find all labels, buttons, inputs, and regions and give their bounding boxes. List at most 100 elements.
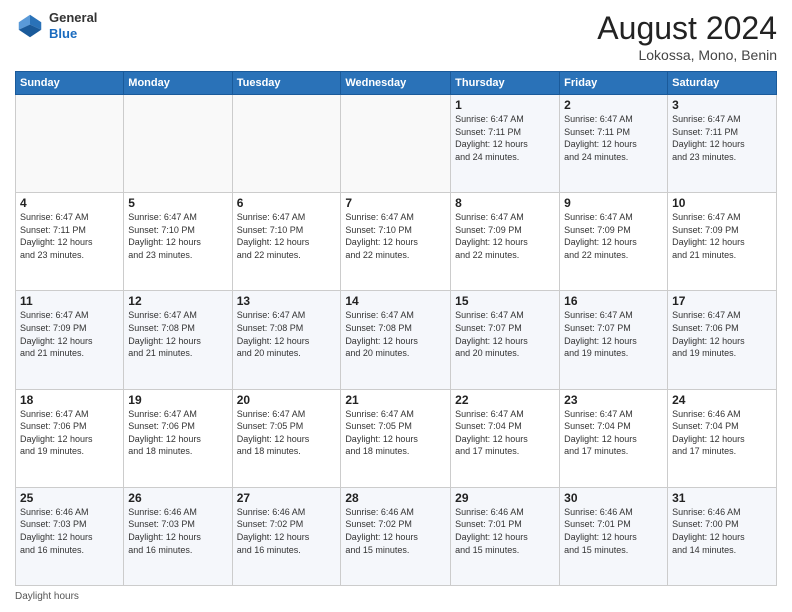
day-number-26: 26 (128, 491, 227, 505)
day-number-18: 18 (20, 393, 119, 407)
day-number-13: 13 (237, 294, 337, 308)
day-number-31: 31 (672, 491, 772, 505)
logo: General Blue (15, 10, 97, 41)
col-sunday: Sunday (16, 72, 124, 95)
day-number-28: 28 (345, 491, 446, 505)
day-info-7: Sunrise: 6:47 AMSunset: 7:10 PMDaylight:… (345, 211, 446, 261)
calendar-header-row: Sunday Monday Tuesday Wednesday Thursday… (16, 72, 777, 95)
day-info-1: Sunrise: 6:47 AMSunset: 7:11 PMDaylight:… (455, 113, 555, 163)
logo-general-text: General (49, 10, 97, 25)
day-number-22: 22 (455, 393, 555, 407)
day-number-2: 2 (564, 98, 663, 112)
day-info-10: Sunrise: 6:47 AMSunset: 7:09 PMDaylight:… (672, 211, 772, 261)
day-number-11: 11 (20, 294, 119, 308)
page: General Blue August 2024 Lokossa, Mono, … (0, 0, 792, 612)
header: General Blue August 2024 Lokossa, Mono, … (15, 10, 777, 63)
calendar-cell-w2-d3: 6Sunrise: 6:47 AMSunset: 7:10 PMDaylight… (232, 193, 341, 291)
day-number-10: 10 (672, 196, 772, 210)
day-info-22: Sunrise: 6:47 AMSunset: 7:04 PMDaylight:… (455, 408, 555, 458)
day-number-21: 21 (345, 393, 446, 407)
day-number-30: 30 (564, 491, 663, 505)
day-number-7: 7 (345, 196, 446, 210)
day-number-4: 4 (20, 196, 119, 210)
month-year-title: August 2024 (597, 10, 777, 47)
col-monday: Monday (124, 72, 232, 95)
col-thursday: Thursday (451, 72, 560, 95)
day-info-14: Sunrise: 6:47 AMSunset: 7:08 PMDaylight:… (345, 309, 446, 359)
day-number-17: 17 (672, 294, 772, 308)
day-number-15: 15 (455, 294, 555, 308)
col-tuesday: Tuesday (232, 72, 341, 95)
day-number-6: 6 (237, 196, 337, 210)
calendar-cell-w1-d5: 1Sunrise: 6:47 AMSunset: 7:11 PMDaylight… (451, 95, 560, 193)
day-info-16: Sunrise: 6:47 AMSunset: 7:07 PMDaylight:… (564, 309, 663, 359)
calendar-week-5: 25Sunrise: 6:46 AMSunset: 7:03 PMDayligh… (16, 487, 777, 585)
calendar-cell-w1-d7: 3Sunrise: 6:47 AMSunset: 7:11 PMDaylight… (668, 95, 777, 193)
day-number-27: 27 (237, 491, 337, 505)
day-info-24: Sunrise: 6:46 AMSunset: 7:04 PMDaylight:… (672, 408, 772, 458)
day-info-23: Sunrise: 6:47 AMSunset: 7:04 PMDaylight:… (564, 408, 663, 458)
calendar-cell-w4-d7: 24Sunrise: 6:46 AMSunset: 7:04 PMDayligh… (668, 389, 777, 487)
calendar-cell-w3-d2: 12Sunrise: 6:47 AMSunset: 7:08 PMDayligh… (124, 291, 232, 389)
calendar-cell-w5-d5: 29Sunrise: 6:46 AMSunset: 7:01 PMDayligh… (451, 487, 560, 585)
calendar-cell-w3-d5: 15Sunrise: 6:47 AMSunset: 7:07 PMDayligh… (451, 291, 560, 389)
day-number-14: 14 (345, 294, 446, 308)
col-friday: Friday (560, 72, 668, 95)
footer-note: Daylight hours (15, 591, 777, 602)
day-number-8: 8 (455, 196, 555, 210)
calendar-cell-w2-d5: 8Sunrise: 6:47 AMSunset: 7:09 PMDaylight… (451, 193, 560, 291)
calendar-cell-w5-d2: 26Sunrise: 6:46 AMSunset: 7:03 PMDayligh… (124, 487, 232, 585)
calendar-cell-w3-d4: 14Sunrise: 6:47 AMSunset: 7:08 PMDayligh… (341, 291, 451, 389)
day-info-21: Sunrise: 6:47 AMSunset: 7:05 PMDaylight:… (345, 408, 446, 458)
calendar-cell-w2-d1: 4Sunrise: 6:47 AMSunset: 7:11 PMDaylight… (16, 193, 124, 291)
location-subtitle: Lokossa, Mono, Benin (597, 47, 777, 63)
day-info-11: Sunrise: 6:47 AMSunset: 7:09 PMDaylight:… (20, 309, 119, 359)
calendar-week-4: 18Sunrise: 6:47 AMSunset: 7:06 PMDayligh… (16, 389, 777, 487)
col-saturday: Saturday (668, 72, 777, 95)
calendar-cell-w4-d1: 18Sunrise: 6:47 AMSunset: 7:06 PMDayligh… (16, 389, 124, 487)
day-info-30: Sunrise: 6:46 AMSunset: 7:01 PMDaylight:… (564, 506, 663, 556)
calendar-cell-w1-d2 (124, 95, 232, 193)
day-info-3: Sunrise: 6:47 AMSunset: 7:11 PMDaylight:… (672, 113, 772, 163)
day-number-19: 19 (128, 393, 227, 407)
calendar-cell-w4-d3: 20Sunrise: 6:47 AMSunset: 7:05 PMDayligh… (232, 389, 341, 487)
calendar-cell-w1-d3 (232, 95, 341, 193)
day-info-29: Sunrise: 6:46 AMSunset: 7:01 PMDaylight:… (455, 506, 555, 556)
day-info-15: Sunrise: 6:47 AMSunset: 7:07 PMDaylight:… (455, 309, 555, 359)
calendar-cell-w4-d2: 19Sunrise: 6:47 AMSunset: 7:06 PMDayligh… (124, 389, 232, 487)
day-info-5: Sunrise: 6:47 AMSunset: 7:10 PMDaylight:… (128, 211, 227, 261)
day-info-13: Sunrise: 6:47 AMSunset: 7:08 PMDaylight:… (237, 309, 337, 359)
day-info-26: Sunrise: 6:46 AMSunset: 7:03 PMDaylight:… (128, 506, 227, 556)
day-number-23: 23 (564, 393, 663, 407)
calendar-cell-w2-d6: 9Sunrise: 6:47 AMSunset: 7:09 PMDaylight… (560, 193, 668, 291)
day-info-17: Sunrise: 6:47 AMSunset: 7:06 PMDaylight:… (672, 309, 772, 359)
daylight-hours-label: Daylight hours (15, 591, 79, 602)
day-number-24: 24 (672, 393, 772, 407)
calendar-cell-w5-d1: 25Sunrise: 6:46 AMSunset: 7:03 PMDayligh… (16, 487, 124, 585)
day-info-12: Sunrise: 6:47 AMSunset: 7:08 PMDaylight:… (128, 309, 227, 359)
day-number-9: 9 (564, 196, 663, 210)
day-info-25: Sunrise: 6:46 AMSunset: 7:03 PMDaylight:… (20, 506, 119, 556)
calendar-cell-w1-d1 (16, 95, 124, 193)
calendar-cell-w5-d3: 27Sunrise: 6:46 AMSunset: 7:02 PMDayligh… (232, 487, 341, 585)
day-number-20: 20 (237, 393, 337, 407)
calendar-cell-w4-d6: 23Sunrise: 6:47 AMSunset: 7:04 PMDayligh… (560, 389, 668, 487)
day-info-31: Sunrise: 6:46 AMSunset: 7:00 PMDaylight:… (672, 506, 772, 556)
day-info-2: Sunrise: 6:47 AMSunset: 7:11 PMDaylight:… (564, 113, 663, 163)
calendar-table: Sunday Monday Tuesday Wednesday Thursday… (15, 71, 777, 586)
day-info-27: Sunrise: 6:46 AMSunset: 7:02 PMDaylight:… (237, 506, 337, 556)
day-info-6: Sunrise: 6:47 AMSunset: 7:10 PMDaylight:… (237, 211, 337, 261)
day-info-8: Sunrise: 6:47 AMSunset: 7:09 PMDaylight:… (455, 211, 555, 261)
calendar-cell-w5-d4: 28Sunrise: 6:46 AMSunset: 7:02 PMDayligh… (341, 487, 451, 585)
day-number-3: 3 (672, 98, 772, 112)
col-wednesday: Wednesday (341, 72, 451, 95)
calendar-cell-w2-d2: 5Sunrise: 6:47 AMSunset: 7:10 PMDaylight… (124, 193, 232, 291)
day-info-28: Sunrise: 6:46 AMSunset: 7:02 PMDaylight:… (345, 506, 446, 556)
calendar-cell-w4-d4: 21Sunrise: 6:47 AMSunset: 7:05 PMDayligh… (341, 389, 451, 487)
calendar-cell-w3-d3: 13Sunrise: 6:47 AMSunset: 7:08 PMDayligh… (232, 291, 341, 389)
day-info-18: Sunrise: 6:47 AMSunset: 7:06 PMDaylight:… (20, 408, 119, 458)
calendar-cell-w4-d5: 22Sunrise: 6:47 AMSunset: 7:04 PMDayligh… (451, 389, 560, 487)
day-number-12: 12 (128, 294, 227, 308)
day-info-4: Sunrise: 6:47 AMSunset: 7:11 PMDaylight:… (20, 211, 119, 261)
day-number-1: 1 (455, 98, 555, 112)
